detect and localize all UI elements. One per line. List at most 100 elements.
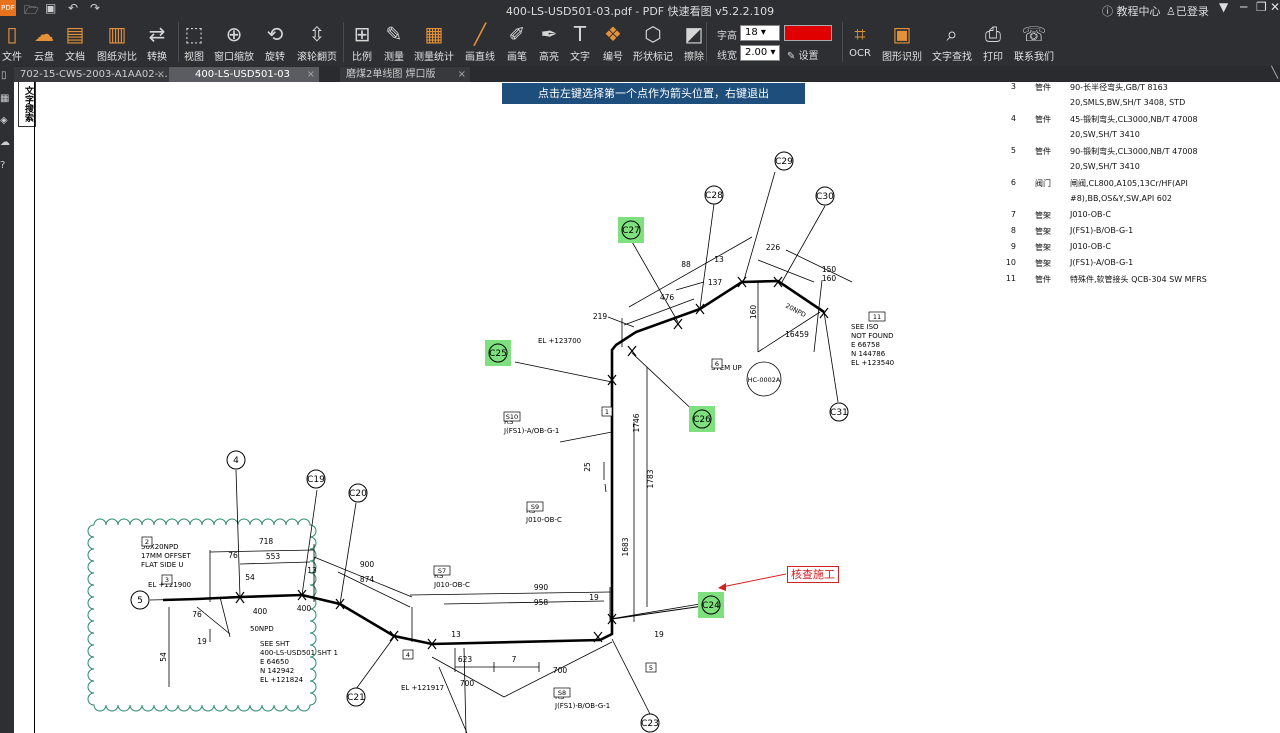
component-number-4: 4 (226, 450, 246, 470)
help-center-link[interactable]: ⓘ 教程中心 (1102, 3, 1161, 19)
elevation-top-note: EL +123700 (538, 337, 581, 345)
bom-category: 管件 (1035, 147, 1051, 156)
tab-document-3[interactable]: 磨煤2单线图 焊口版 × (340, 67, 470, 82)
title-bar: PDF 🗁 ▣ ↶ ↷ 400-LS-USD501-03.pdf - PDF 快… (0, 0, 1280, 18)
dimension-label: 623 (458, 655, 473, 664)
bom-description: 90-长半径弯头,GB/T 8163 (1070, 83, 1168, 92)
toolbar-separator (842, 22, 843, 62)
annotation-arrow (721, 573, 787, 588)
toolbar-button-23[interactable]: ☏ 联系我们 (1008, 18, 1060, 66)
svg-text:SEE ISO: SEE ISO (851, 323, 879, 331)
dimension-label: 400 (253, 607, 268, 616)
toolbar-separator (343, 22, 344, 62)
font-size-spinner[interactable]: 18 ▾ (740, 25, 780, 41)
help-icon[interactable]: ? (0, 160, 5, 171)
dimension-label: 19 (654, 630, 664, 639)
login-status[interactable]: ♙已登录 (1166, 3, 1209, 19)
weld-label-text: C19 (307, 475, 325, 485)
tab-document-1[interactable]: 702-15-CWS-2003-A1AA02-... × (14, 67, 169, 82)
svg-text:S10: S10 (506, 413, 518, 421)
annotation-box[interactable]: 核查施工 (787, 566, 839, 583)
drawing-canvas[interactable]: 文字搜索 C19 C20 C21 C23 C24 C25 C26 C27 C28… (14, 82, 1280, 733)
layers-icon[interactable]: ◈ (0, 115, 8, 126)
restore-button[interactable]: ❐ (1256, 0, 1267, 14)
tab-close-icon[interactable]: × (307, 67, 315, 82)
bom-item-number: 10 (1005, 258, 1016, 267)
arrow-head-icon (718, 583, 726, 591)
svg-text:EL +121917: EL +121917 (401, 684, 444, 692)
dimension-label: 700 (553, 666, 568, 675)
dimension-label: 958 (534, 598, 549, 607)
dimension-label: 76 (192, 610, 202, 619)
dimension-label: 88 (681, 260, 691, 269)
weld-label-c20[interactable]: C20 (348, 483, 368, 503)
minimize-button[interactable]: ─ (1240, 0, 1247, 14)
svg-text:5: 5 (137, 596, 143, 606)
tag-3: 3 (161, 574, 173, 585)
toolbar-button-18[interactable]: ◩ 擦除 (668, 18, 720, 66)
toolbar-button-20[interactable]: ▣ 图形识别 (876, 18, 928, 66)
branch-line (611, 604, 711, 620)
weld-label-c30[interactable]: C30 (815, 186, 835, 206)
cloud-icon[interactable]: ☁ (0, 137, 10, 148)
weld-label-c31[interactable]: C31 (829, 402, 849, 422)
settings-button[interactable]: ✎ 设置 (787, 47, 819, 62)
dimension-label: 718 (259, 537, 274, 546)
dimension-label: 900 (360, 560, 375, 569)
bom-description: J(FS1)-A/OB-G-1 (1070, 258, 1134, 267)
tab-close-icon[interactable]: × (157, 67, 165, 82)
tag-11: 11 (868, 311, 886, 322)
svg-text:E 64650: E 64650 (260, 658, 289, 666)
hanger-callout: HC-0002A (746, 361, 782, 397)
weld-label-c21[interactable]: C21 (346, 687, 366, 707)
toolbar-button-11[interactable]: ▦ 测量统计 (408, 18, 460, 66)
weld-label-c24[interactable]: C24 (698, 592, 724, 618)
weld-label-c29[interactable]: C29 (774, 151, 794, 171)
bom-description: J(FS1)-B/OB-G-1 (1070, 226, 1134, 235)
svg-text:4: 4 (406, 651, 410, 659)
toolbar-separator (706, 22, 707, 62)
color-picker[interactable] (784, 25, 832, 41)
shape-recognize-icon: ▣ (892, 22, 912, 46)
dimension-label: 400 (297, 604, 312, 613)
weld-label-c23[interactable]: C23 (640, 713, 660, 733)
tab-document-2[interactable]: 400-LS-USD501-03 × (169, 67, 319, 82)
bom-description: 20,SW,SH/T 3410 (1070, 162, 1140, 171)
eraser-icon: ◩ (684, 22, 704, 46)
tab-close-icon[interactable]: × (458, 67, 466, 82)
dimension-label: 76 (228, 551, 238, 560)
elevation-bottom-note: EL +121917 (401, 684, 444, 692)
collapse-icon[interactable]: ╲ (1271, 66, 1278, 79)
svg-text:11: 11 (873, 313, 881, 321)
dimension-label: 1683 (621, 537, 630, 556)
tab-label: 702-15-CWS-2003-A1AA02-... (20, 69, 168, 80)
bom-row: 20,SMLS,BW,SH/T 3408, STD (1004, 98, 1274, 112)
bom-description: J010-OB-C (1070, 210, 1111, 219)
npd20-note: 20NPD (784, 302, 807, 319)
svg-text:4: 4 (233, 456, 239, 466)
bom-item-number: 8 (1010, 226, 1016, 235)
tab-label: 磨煤2单线图 焊口版 (346, 69, 436, 80)
dimension-label: 990 (534, 583, 549, 592)
svg-text:NOT FOUND: NOT FOUND (851, 332, 894, 340)
dimension-label: 700 (460, 679, 475, 688)
weld-label-c27[interactable]: C27 (618, 217, 644, 243)
weld-label-c26[interactable]: C26 (689, 406, 715, 432)
svg-text:J(FS1)-A/OB-G-1: J(FS1)-A/OB-G-1 (503, 427, 559, 435)
close-button[interactable]: ✕ (1270, 0, 1280, 14)
bookmark-icon[interactable]: ▯ (1, 70, 7, 81)
weld-label-c25[interactable]: C25 (485, 340, 511, 366)
bom-description: 45-锻制弯头,CL3000,NB/T 47008 (1070, 115, 1198, 124)
tag-1: 1 (601, 406, 613, 417)
svg-text:50NPD: 50NPD (250, 625, 274, 633)
dimension-label: 160 (749, 305, 758, 320)
dimension-label: 16459 (785, 330, 809, 339)
weld-label-c19[interactable]: C19 (306, 469, 326, 489)
svg-text:EL +123700: EL +123700 (538, 337, 581, 345)
line-width-spinner[interactable]: 2.00 ▾ (740, 45, 780, 61)
font-size-label: 字高 (717, 31, 737, 42)
thumbnails-icon[interactable]: ▦ (0, 93, 9, 104)
weld-label-c28[interactable]: C28 (704, 185, 724, 205)
svg-text:EL +123540: EL +123540 (851, 359, 894, 367)
menu-dropdown-icon[interactable]: ▼ (1219, 0, 1228, 14)
